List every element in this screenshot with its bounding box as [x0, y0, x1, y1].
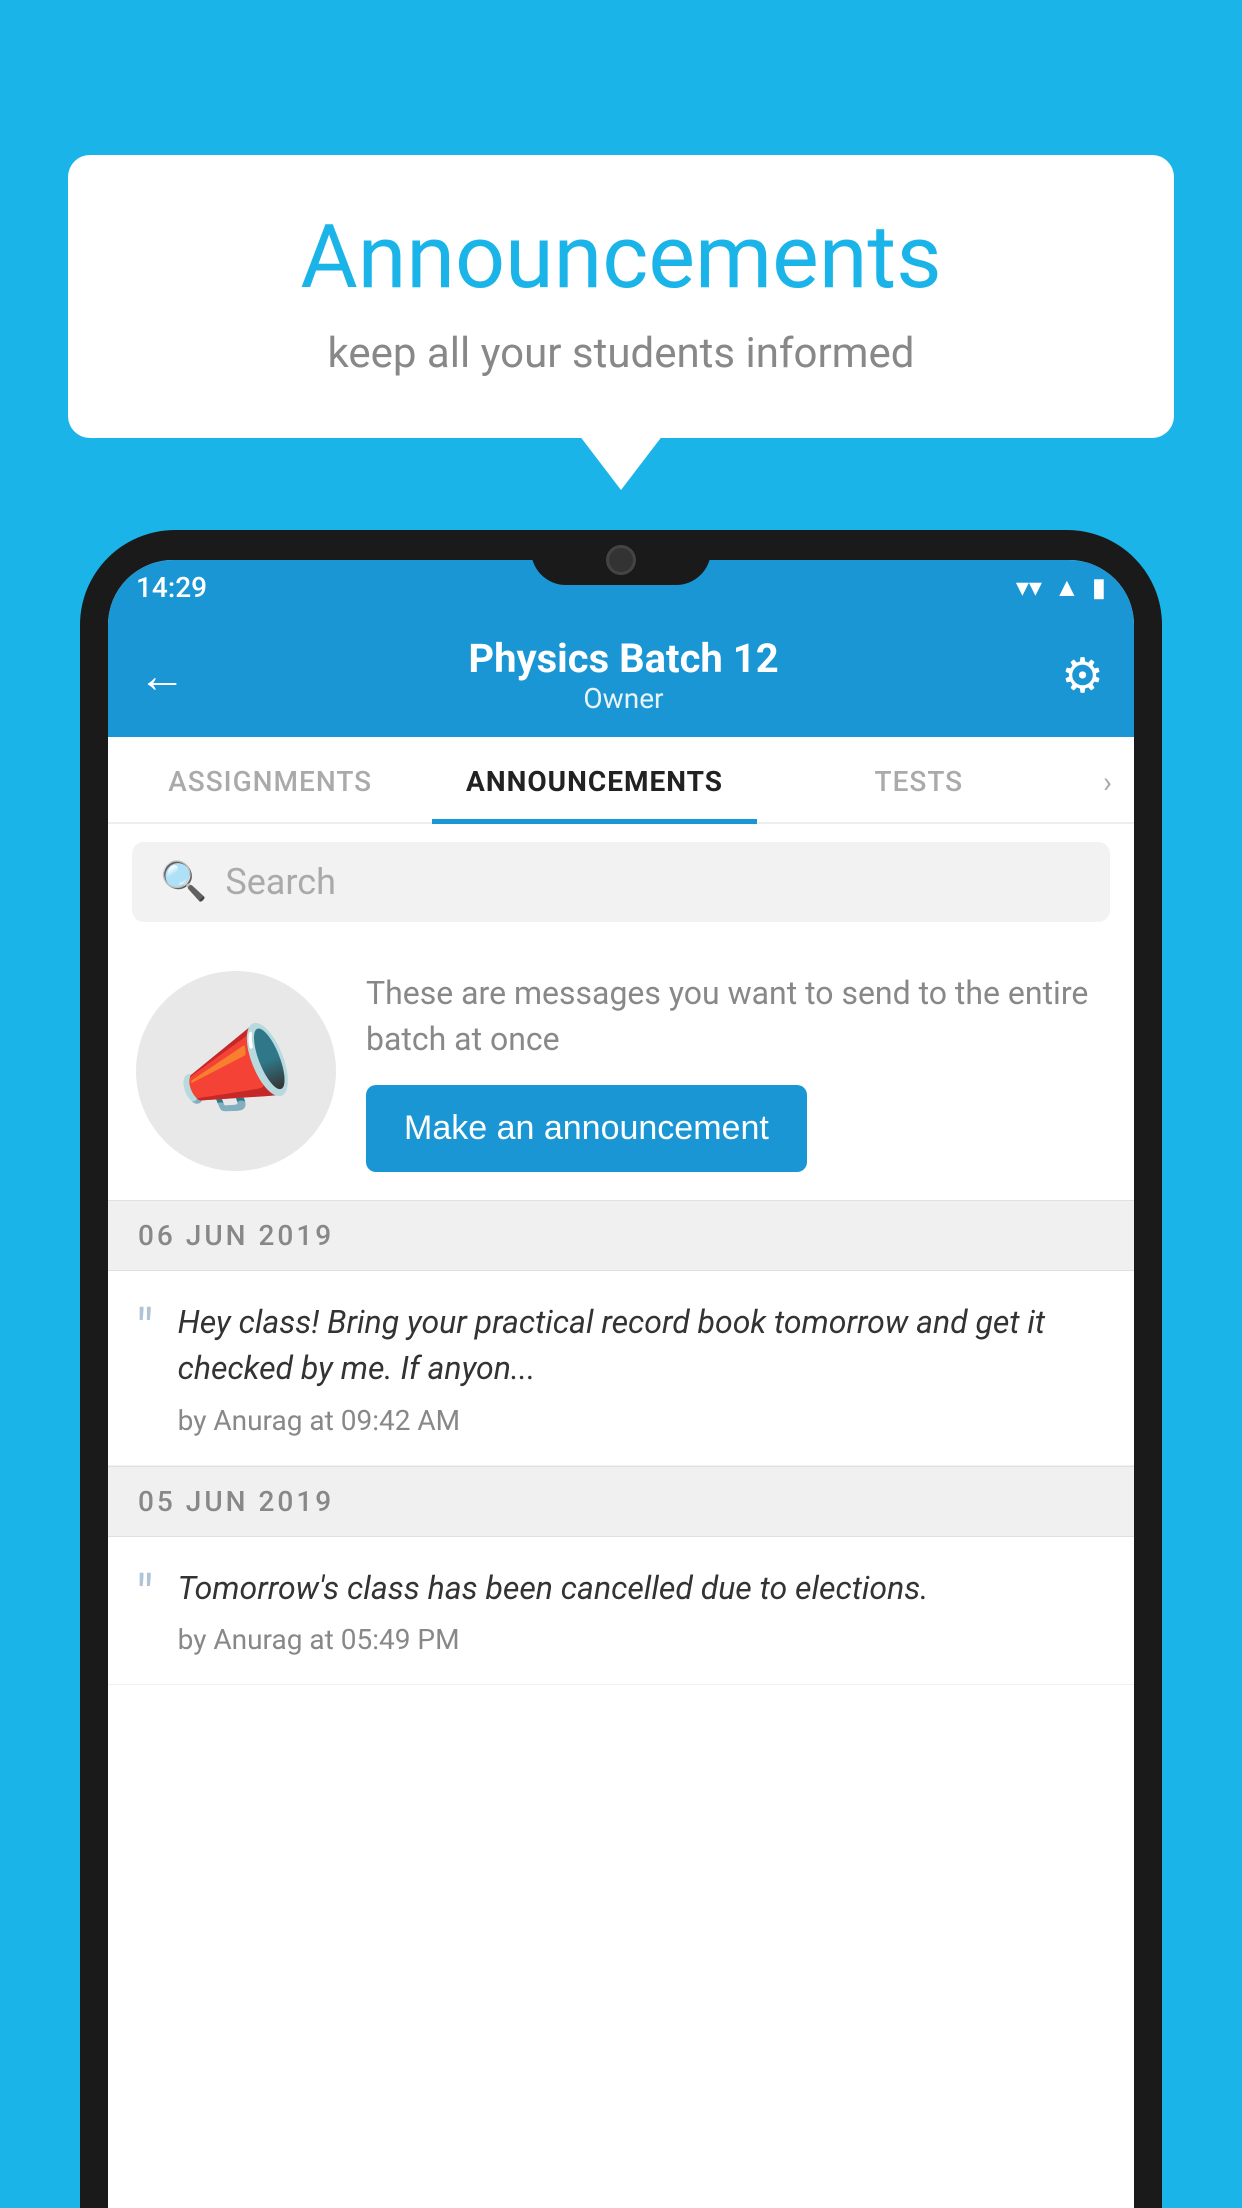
phone-frame: 14:29 ▾▾ ▲ ▮ ← Physics Batch 12 Owner ⚙ …	[80, 530, 1162, 2208]
status-time: 14:29	[136, 571, 207, 604]
announcement-cta: 📣 These are messages you want to send to…	[108, 940, 1134, 1200]
phone-screen: 14:29 ▾▾ ▲ ▮ ← Physics Batch 12 Owner ⚙ …	[108, 560, 1134, 2208]
make-announcement-button[interactable]: Make an announcement	[366, 1085, 807, 1172]
announcement-by-2: by Anurag at 05:49 PM	[178, 1623, 1106, 1656]
speech-bubble-section: Announcements keep all your students inf…	[68, 155, 1174, 438]
bubble-subtitle: keep all your students informed	[128, 329, 1114, 378]
date-separator-1: 06 JUN 2019	[108, 1200, 1134, 1271]
megaphone-circle: 📣	[136, 971, 336, 1171]
quote-icon-2: "	[136, 1569, 154, 1624]
speech-bubble: Announcements keep all your students inf…	[68, 155, 1174, 438]
status-icons: ▾▾ ▲ ▮	[1016, 572, 1106, 603]
announcement-text-1: Hey class! Bring your practical record b…	[178, 1299, 1106, 1437]
back-button[interactable]: ←	[138, 647, 186, 704]
date-separator-2: 05 JUN 2019	[108, 1466, 1134, 1537]
search-bar-container: 🔍 Search	[108, 824, 1134, 940]
tab-more[interactable]: ›	[1081, 737, 1134, 822]
tab-assignments[interactable]: ASSIGNMENTS	[108, 737, 432, 822]
battery-icon: ▮	[1092, 573, 1106, 603]
date-label-2: 05 JUN 2019	[138, 1485, 334, 1518]
tab-announcements[interactable]: ANNOUNCEMENTS	[432, 737, 756, 822]
announcement-item-1[interactable]: " Hey class! Bring your practical record…	[108, 1271, 1134, 1466]
announcement-by-1: by Anurag at 09:42 AM	[178, 1404, 1106, 1437]
phone-camera	[606, 545, 636, 575]
header-title-block: Physics Batch 12 Owner	[468, 635, 778, 715]
cta-description: These are messages you want to send to t…	[366, 970, 1106, 1063]
date-label-1: 06 JUN 2019	[138, 1219, 334, 1252]
app-header: ← Physics Batch 12 Owner ⚙	[108, 615, 1134, 737]
tab-bar: ASSIGNMENTS ANNOUNCEMENTS TESTS ›	[108, 737, 1134, 824]
announcement-item-2[interactable]: " Tomorrow's class has been cancelled du…	[108, 1537, 1134, 1685]
bubble-title: Announcements	[128, 210, 1114, 307]
phone-notch	[531, 530, 711, 585]
settings-icon[interactable]: ⚙	[1061, 647, 1104, 704]
search-icon: 🔍	[160, 860, 207, 904]
header-title: Physics Batch 12	[468, 635, 778, 682]
cta-right: These are messages you want to send to t…	[366, 970, 1106, 1172]
announcement-message-1: Hey class! Bring your practical record b…	[178, 1299, 1106, 1392]
screen-content: 🔍 Search 📣 These are messages you want t…	[108, 824, 1134, 2208]
announcement-message-2: Tomorrow's class has been cancelled due …	[178, 1565, 1106, 1611]
wifi-icon: ▾▾	[1016, 573, 1042, 603]
search-input[interactable]: Search	[225, 861, 336, 903]
signal-icon: ▲	[1054, 572, 1080, 603]
search-input-wrap[interactable]: 🔍 Search	[132, 842, 1110, 922]
announcement-text-2: Tomorrow's class has been cancelled due …	[178, 1565, 1106, 1656]
header-subtitle: Owner	[468, 682, 778, 715]
tab-tests[interactable]: TESTS	[757, 737, 1081, 822]
quote-icon-1: "	[136, 1303, 154, 1358]
megaphone-icon: 📣	[177, 1015, 295, 1126]
